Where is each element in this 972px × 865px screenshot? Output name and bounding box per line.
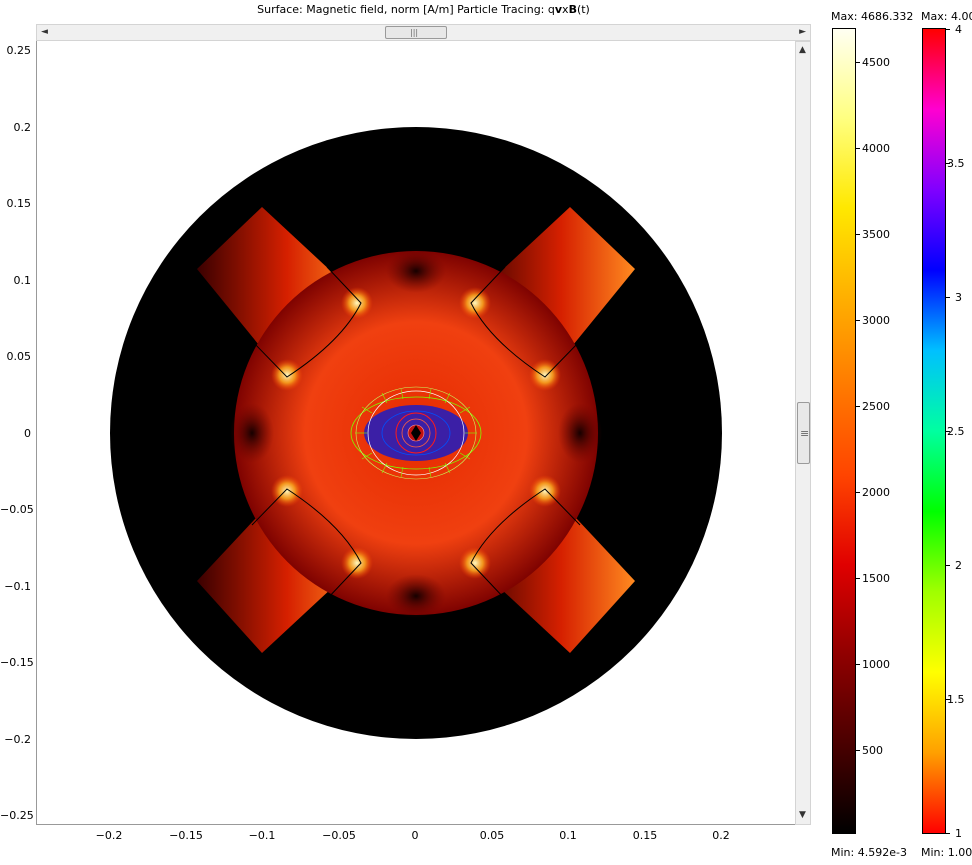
vertical-scroll-thumb[interactable]: ≡ xyxy=(797,402,810,464)
scroll-left-icon[interactable]: ◄ xyxy=(41,28,48,37)
x-tick: −0.05 xyxy=(322,829,356,842)
colorbar1-tick: 1000 xyxy=(862,658,890,671)
vertical-scrollbar[interactable]: ▲ ≡ ▼ xyxy=(795,41,811,825)
x-tick: 0.2 xyxy=(712,829,730,842)
colorbar2 xyxy=(922,28,946,834)
plot-title-prefix: Surface: Magnetic field, norm [A/m] Part… xyxy=(257,3,555,16)
y-tick: −0.15 xyxy=(0,656,34,669)
colorbar1-tick: 2000 xyxy=(862,486,890,499)
plot-title-B: B xyxy=(568,3,577,16)
colorbar1-tick: 500 xyxy=(862,744,883,757)
y-tick: −0.1 xyxy=(4,580,31,593)
y-tick: −0.05 xyxy=(0,503,34,516)
scroll-right-icon[interactable]: ► xyxy=(799,28,806,37)
colorbar1-tick: 2500 xyxy=(862,400,890,413)
y-tick: −0.25 xyxy=(0,809,34,822)
colorbar1-min-label: Min: 4.592e-3 xyxy=(831,846,907,859)
plot-title-suffix: (t) xyxy=(576,3,590,16)
y-tick: 0.25 xyxy=(6,44,32,57)
y-tick: 0.05 xyxy=(6,350,32,363)
y-tick: 0.2 xyxy=(13,121,32,134)
colorbar2-max-label: Max: 4.00 xyxy=(921,10,972,23)
colorbar2-min-label: Min: 1.00 xyxy=(921,846,972,859)
x-tick: 0.15 xyxy=(632,829,658,842)
colorbar2-tick: 3.5 xyxy=(947,157,965,170)
y-tick: −0.2 xyxy=(4,733,31,746)
y-tick: 0.1 xyxy=(13,274,32,287)
colorbar2-tick: 2.5 xyxy=(947,425,965,438)
x-tick: 0.05 xyxy=(479,829,505,842)
colorbar2-tick: 2 xyxy=(955,559,962,572)
scroll-up-icon[interactable]: ▲ xyxy=(799,46,806,55)
x-tick: −0.1 xyxy=(248,829,276,842)
colorbar2-tick: 1 xyxy=(955,827,962,840)
colorbar2-tick: 1.5 xyxy=(947,693,965,706)
x-tick: −0.15 xyxy=(169,829,203,842)
colorbar2-tick: 3 xyxy=(955,291,962,304)
y-tick: 0.15 xyxy=(6,197,32,210)
colorbar1 xyxy=(832,28,856,834)
colorbar1-tick: 1500 xyxy=(862,572,890,585)
x-tick: 0.1 xyxy=(559,829,577,842)
grip-icon: ||| xyxy=(410,28,419,37)
plot-canvas[interactable] xyxy=(36,41,795,825)
grip-icon: ≡ xyxy=(800,427,810,440)
y-tick: 0 xyxy=(24,427,31,440)
colorbar1-tick: 3000 xyxy=(862,314,890,327)
horizontal-scroll-thumb[interactable]: ||| xyxy=(385,26,447,39)
colorbar1-tick: 3500 xyxy=(862,228,890,241)
colorbar1-tick: 4000 xyxy=(862,142,890,155)
plot-title: Surface: Magnetic field, norm [A/m] Part… xyxy=(36,3,811,16)
scroll-down-icon[interactable]: ▼ xyxy=(799,811,806,820)
colorbar2-tick: 4 xyxy=(955,23,962,36)
x-tick: −0.2 xyxy=(95,829,123,842)
colorbar1-max-label: Max: 4686.332 xyxy=(831,10,914,23)
field-plot-svg xyxy=(110,127,722,739)
plot-title-v: v xyxy=(554,3,563,16)
horizontal-scrollbar[interactable]: ◄ ||| ► xyxy=(36,24,811,41)
colorbar1-tick: 4500 xyxy=(862,56,890,69)
x-tick: 0 xyxy=(411,829,419,842)
